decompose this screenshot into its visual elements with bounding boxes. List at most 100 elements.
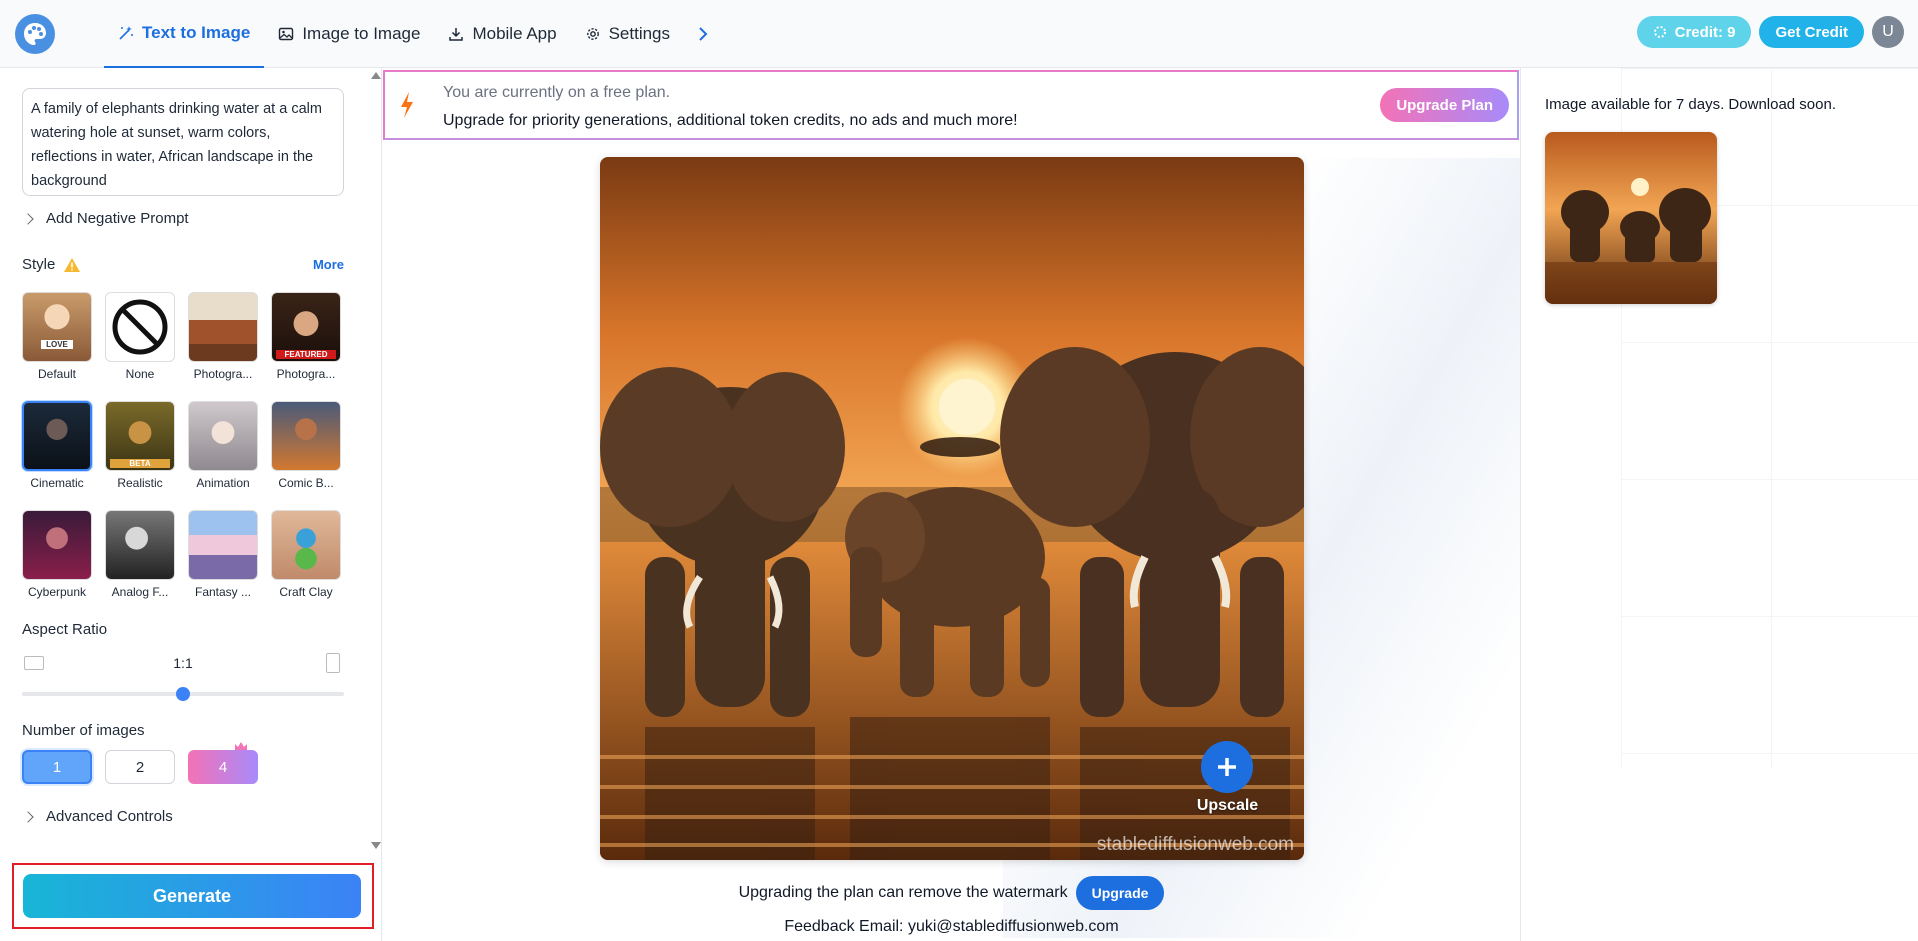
- generate-highlight: Generate: [12, 863, 374, 929]
- download-icon: [449, 28, 464, 41]
- style-title-text: Style: [22, 256, 56, 273]
- left-scrollbar[interactable]: [368, 68, 382, 853]
- style-label: Cyberpunk: [27, 585, 87, 599]
- magic-wand-icon: [119, 26, 133, 40]
- spinner-icon: [1653, 26, 1666, 38]
- availability-note: Image available for 7 days. Download soo…: [1545, 96, 1837, 113]
- tab-label: Settings: [608, 24, 671, 43]
- top-header: Text to Image Image to Image Mobile App …: [0, 0, 1918, 68]
- style-realistic[interactable]: BETA Realistic: [105, 401, 175, 490]
- watermark-note-row: Upgrading the plan can remove the waterm…: [383, 876, 1520, 910]
- app-logo[interactable]: [15, 14, 55, 54]
- style-thumbnail: [188, 510, 258, 580]
- banner-upgrade-text: Upgrade for priority generations, additi…: [443, 112, 1018, 129]
- style-cyberpunk[interactable]: Cyberpunk: [22, 510, 92, 599]
- no-style-icon: [112, 299, 168, 355]
- style-tag: BETA: [110, 459, 170, 468]
- style-label: Photogra...: [276, 367, 336, 381]
- scroll-down-arrow-icon[interactable]: [371, 842, 381, 849]
- style-thumbnail: [22, 510, 92, 580]
- num-images-4[interactable]: 4: [188, 742, 258, 784]
- style-label: Cinematic: [30, 476, 84, 490]
- slider-handle[interactable]: [176, 687, 190, 701]
- number-of-images-options: 1 2 4: [22, 742, 258, 784]
- upgrade-button[interactable]: Upgrade: [1075, 876, 1165, 910]
- upgrade-banner: You are currently on a free plan. Upgrad…: [383, 70, 1519, 140]
- style-fantasy-art[interactable]: Fantasy ...: [188, 510, 258, 599]
- style-default[interactable]: LOVE Default: [22, 292, 92, 381]
- style-analog-film[interactable]: Analog F...: [105, 510, 175, 599]
- num-images-1[interactable]: 1: [22, 750, 92, 784]
- get-credit-button[interactable]: Get Credit: [1759, 16, 1864, 48]
- style-label: Realistic: [117, 476, 163, 490]
- style-tag: FEATURED: [276, 350, 336, 359]
- style-thumbnail: [188, 292, 258, 362]
- number-of-images-title: Number of images: [22, 722, 145, 739]
- history-thumbnail[interactable]: [1545, 132, 1717, 304]
- generate-button[interactable]: Generate: [23, 874, 361, 918]
- style-label: Default: [37, 367, 77, 381]
- portrait-ratio-icon[interactable]: [326, 653, 340, 673]
- num-images-2[interactable]: 2: [105, 750, 175, 784]
- image-icon: [279, 27, 294, 41]
- generated-image[interactable]: Upscale stablediffusionweb.com: [600, 157, 1304, 860]
- style-label: Analog F...: [111, 585, 169, 599]
- chevron-right-icon: [22, 810, 34, 823]
- palette-icon: [24, 23, 46, 45]
- aspect-ratio-row: 1:1: [22, 652, 344, 674]
- main-content: You are currently on a free plan. Upgrad…: [383, 68, 1520, 941]
- style-label: Photogra...: [193, 367, 253, 381]
- tab-image-to-image[interactable]: Image to Image: [264, 0, 434, 68]
- style-none[interactable]: None: [105, 292, 175, 381]
- banner-plan-text: You are currently on a free plan.: [443, 84, 671, 101]
- style-label: Craft Clay: [279, 585, 333, 599]
- plus-icon: [1218, 758, 1236, 776]
- style-label: Fantasy ...: [194, 585, 252, 599]
- nav-next-button[interactable]: [684, 0, 722, 68]
- negative-prompt-label: Add Negative Prompt: [46, 210, 189, 227]
- style-thumbnail: [188, 401, 258, 471]
- chevron-right-icon: [22, 212, 34, 225]
- style-photographic[interactable]: Photogra...: [188, 292, 258, 381]
- image-watermark: stablediffusionweb.com: [1096, 834, 1294, 855]
- upscale-button[interactable]: [1201, 741, 1253, 793]
- avatar[interactable]: U: [1872, 16, 1904, 48]
- style-thumbnail: [271, 510, 341, 580]
- elephants-sunset-image: [600, 157, 1304, 860]
- credit-badge[interactable]: Credit: 9: [1636, 16, 1752, 48]
- style-animation[interactable]: Animation: [188, 401, 258, 490]
- style-thumbnail: [105, 510, 175, 580]
- scroll-up-arrow-icon[interactable]: [371, 72, 381, 79]
- left-panel-scroll: A family of elephants drinking water at …: [0, 68, 368, 853]
- prompt-input[interactable]: A family of elephants drinking water at …: [22, 88, 344, 196]
- tab-label: Image to Image: [302, 24, 421, 43]
- credit-label: Credit: 9: [1674, 23, 1736, 41]
- feedback-email[interactable]: Feedback Email: yuki@stablediffusionweb.…: [383, 918, 1520, 936]
- lightning-icon: [401, 92, 413, 118]
- advanced-controls-label: Advanced Controls: [46, 808, 173, 825]
- style-label: Animation: [196, 476, 250, 490]
- style-thumbnail: [105, 292, 175, 362]
- advanced-controls-toggle[interactable]: Advanced Controls: [22, 808, 173, 825]
- style-thumbnail: [271, 401, 341, 471]
- more-styles-link[interactable]: More: [313, 257, 344, 272]
- aspect-ratio-slider[interactable]: [22, 687, 344, 701]
- negative-prompt-toggle[interactable]: Add Negative Prompt: [22, 210, 189, 227]
- style-thumbnail: FEATURED: [271, 292, 341, 362]
- tab-text-to-image[interactable]: Text to Image: [104, 0, 265, 68]
- styles-grid: LOVE Default None Photogra... FEATURED P…: [22, 292, 344, 599]
- style-label: None: [125, 367, 155, 381]
- style-photographic-featured[interactable]: FEATURED Photogra...: [271, 292, 341, 381]
- style-comic-book[interactable]: Comic B...: [271, 401, 341, 490]
- tab-mobile-app[interactable]: Mobile App: [434, 0, 570, 68]
- style-thumbnail: LOVE: [22, 292, 92, 362]
- style-cinematic[interactable]: Cinematic: [22, 401, 92, 490]
- tab-label: Mobile App: [472, 24, 557, 43]
- style-craft-clay[interactable]: Craft Clay: [271, 510, 341, 599]
- upgrade-plan-button[interactable]: Upgrade Plan: [1380, 88, 1509, 122]
- style-thumbnail: BETA: [105, 401, 175, 471]
- upscale-label: Upscale: [1196, 797, 1259, 814]
- gear-icon: [586, 28, 599, 40]
- warning-icon: [64, 257, 81, 272]
- tab-settings[interactable]: Settings: [571, 0, 684, 68]
